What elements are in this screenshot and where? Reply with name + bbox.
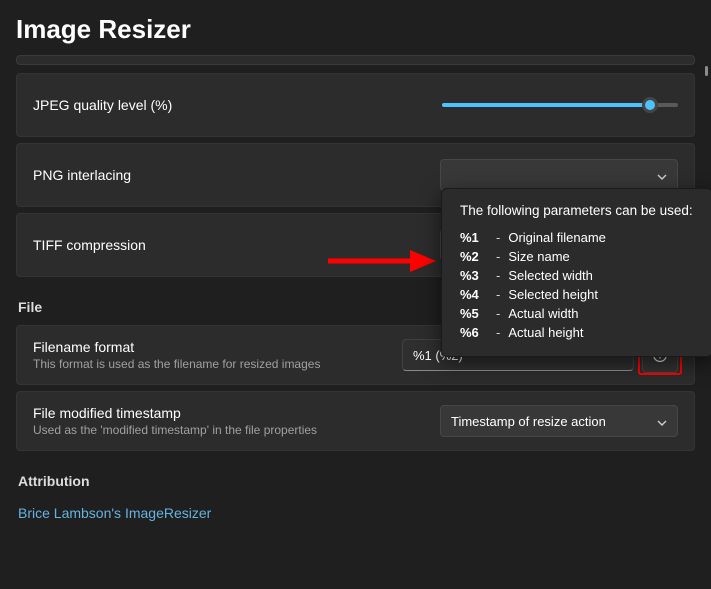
chevron-down-icon	[657, 170, 667, 180]
tooltip-param-key: %6	[460, 323, 488, 342]
png-interlacing-dropdown[interactable]	[440, 159, 678, 191]
tooltip-rows: %1-Original filename%2-Size name%3-Selec…	[460, 228, 694, 342]
filename-params-tooltip: The following parameters can be used: %1…	[441, 188, 711, 357]
tooltip-heading: The following parameters can be used:	[460, 203, 694, 218]
tooltip-row: %3-Selected width	[460, 266, 694, 285]
attribution-section-header: Attribution	[18, 473, 695, 489]
tooltip-row: %6-Actual height	[460, 323, 694, 342]
tooltip-dash: -	[496, 247, 500, 266]
file-modified-timestamp-label: File modified timestamp	[33, 405, 438, 421]
tooltip-row: %4-Selected height	[460, 285, 694, 304]
png-interlacing-label: PNG interlacing	[33, 167, 438, 183]
filename-format-label: Filename format	[33, 339, 392, 355]
file-modified-timestamp-dropdown[interactable]: Timestamp of resize action	[440, 405, 678, 437]
jpeg-quality-card: JPEG quality level (%)	[16, 73, 695, 137]
tooltip-param-desc: Actual width	[508, 304, 578, 323]
tooltip-param-desc: Selected height	[508, 285, 598, 304]
filename-format-sub: This format is used as the filename for …	[33, 357, 392, 371]
tooltip-row: %2-Size name	[460, 247, 694, 266]
chevron-down-icon	[657, 416, 667, 426]
jpeg-quality-slider[interactable]	[442, 95, 678, 115]
jpeg-quality-label: JPEG quality level (%)	[33, 97, 438, 113]
file-modified-timestamp-value: Timestamp of resize action	[451, 414, 606, 429]
tooltip-dash: -	[496, 266, 500, 285]
scrollbar-thumb[interactable]	[705, 66, 708, 76]
tooltip-param-key: %1	[460, 228, 488, 247]
file-modified-timestamp-sub: Used as the 'modified timestamp' in the …	[33, 423, 438, 437]
tooltip-param-desc: Selected width	[508, 266, 593, 285]
tooltip-param-desc: Size name	[508, 247, 569, 266]
tooltip-param-desc: Actual height	[508, 323, 583, 342]
tiff-compression-label: TIFF compression	[33, 237, 438, 253]
tooltip-row: %1-Original filename	[460, 228, 694, 247]
tooltip-param-key: %4	[460, 285, 488, 304]
page-title: Image Resizer	[0, 0, 711, 55]
collapsed-card-top[interactable]	[16, 55, 695, 65]
tooltip-param-key: %2	[460, 247, 488, 266]
tooltip-dash: -	[496, 285, 500, 304]
file-modified-timestamp-card: File modified timestamp Used as the 'mod…	[16, 391, 695, 451]
tooltip-dash: -	[496, 304, 500, 323]
attribution-link[interactable]: Brice Lambson's ImageResizer	[18, 505, 211, 521]
tooltip-row: %5-Actual width	[460, 304, 694, 323]
tooltip-param-key: %3	[460, 266, 488, 285]
tooltip-param-key: %5	[460, 304, 488, 323]
tooltip-param-desc: Original filename	[508, 228, 606, 247]
tooltip-dash: -	[496, 228, 500, 247]
slider-thumb[interactable]	[642, 97, 658, 113]
tooltip-dash: -	[496, 323, 500, 342]
